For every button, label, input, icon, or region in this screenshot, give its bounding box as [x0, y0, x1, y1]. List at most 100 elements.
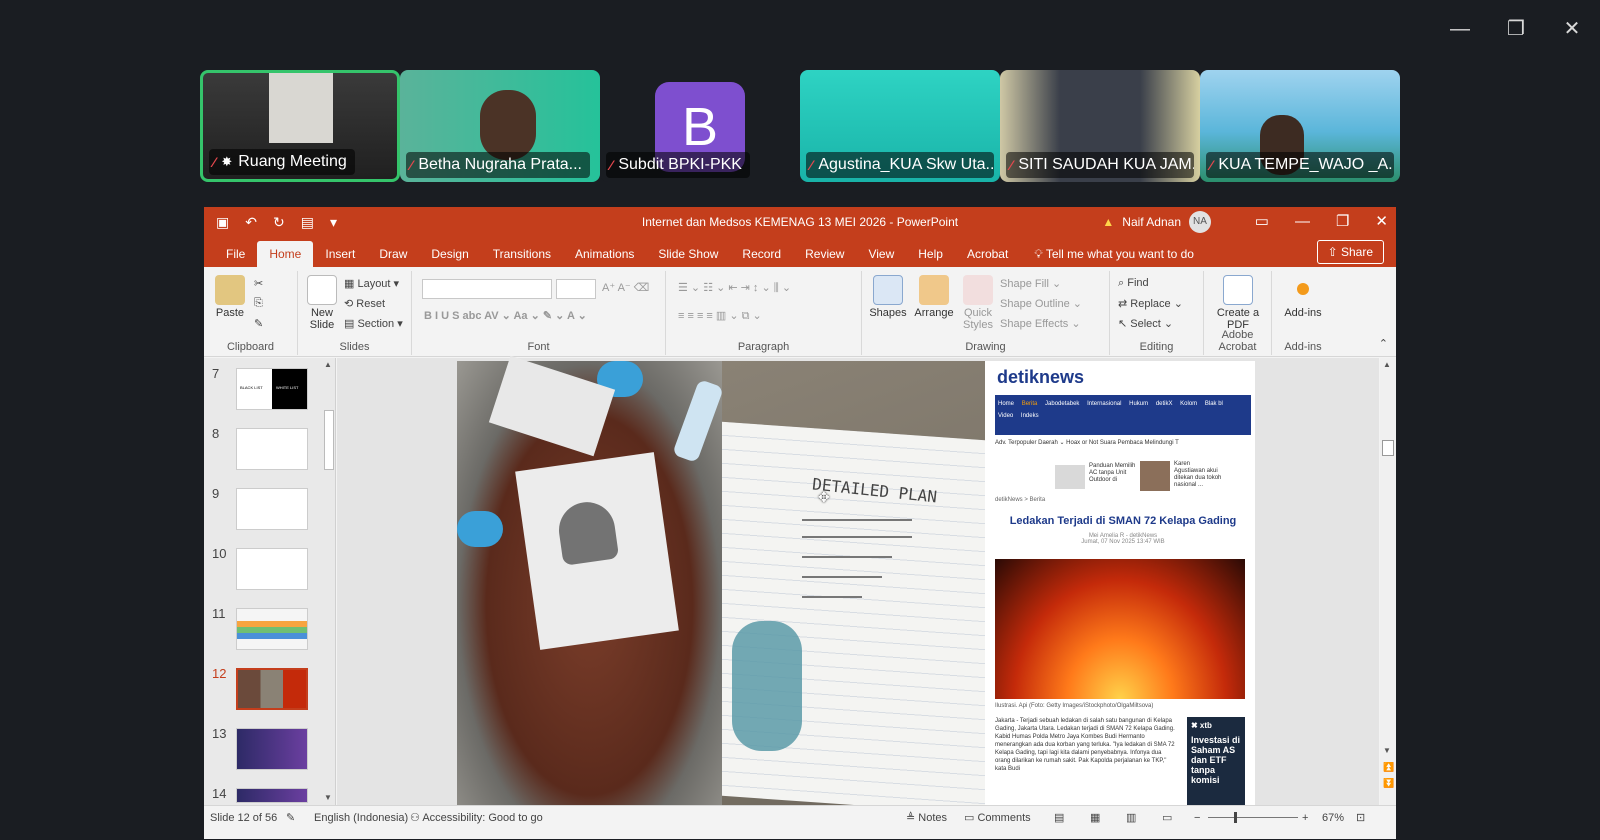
language-status[interactable]: English (Indonesia): [314, 806, 408, 830]
font-name-input[interactable]: [422, 279, 552, 299]
notes-button[interactable]: ≜ Notes: [906, 806, 947, 830]
news-body: Jakarta - Terjadi sebuah ledakan di sala…: [995, 718, 1175, 772]
slide-number: 9: [212, 486, 220, 501]
slide-scrollbar[interactable]: ▲ ▼ ⏫ ⏬: [1380, 358, 1396, 805]
share-button[interactable]: ⇧ Share: [1316, 240, 1384, 264]
tab-acrobat[interactable]: Acrobat: [955, 241, 1020, 267]
slide-thumbnail[interactable]: 7 BLACK LIST WHITE LIST: [212, 366, 322, 422]
tab-slide-show[interactable]: Slide Show: [646, 241, 730, 267]
list-icons[interactable]: ☰ ⌄ ☷ ⌄ ⇤ ⇥ ↕ ⌄ ⫼ ⌄: [678, 281, 791, 295]
tell-me-search[interactable]: 💡︎ Tell me what you want to do: [1020, 241, 1194, 267]
section-button[interactable]: ▤ Section ▾: [344, 317, 403, 330]
slide-sorter-icon[interactable]: ▦: [1090, 806, 1100, 830]
grow-font-icon[interactable]: A⁺ A⁻ ⌫: [602, 281, 649, 294]
accessibility-status[interactable]: ⚇ Accessibility: Good to go: [410, 806, 543, 830]
ppt-minimize-icon[interactable]: —: [1295, 207, 1310, 237]
ppt-restore-icon[interactable]: ❐: [1336, 207, 1349, 237]
tab-animations[interactable]: Animations: [563, 241, 646, 267]
tab-file[interactable]: File: [214, 241, 257, 267]
paste-button[interactable]: Paste: [210, 275, 250, 319]
slideshow-view-icon[interactable]: ▭: [1162, 806, 1172, 830]
zoom-out-icon[interactable]: −: [1194, 806, 1200, 830]
tab-draw[interactable]: Draw: [367, 241, 419, 267]
participant-tile[interactable]: ⁄ ✸ Ruang Meeting: [200, 70, 400, 182]
minimize-button[interactable]: —: [1432, 14, 1488, 44]
slide-thumbnail[interactable]: 13: [212, 726, 322, 782]
scroll-down-icon[interactable]: ▼: [1383, 746, 1391, 755]
ribbon-display-icon[interactable]: ▭: [1255, 207, 1269, 237]
zoom-slider[interactable]: [1208, 817, 1298, 818]
slide-number: 7: [212, 366, 220, 381]
tab-help[interactable]: Help: [906, 241, 955, 267]
prev-slide-icon[interactable]: ⏫: [1383, 762, 1394, 773]
select-button[interactable]: ↖ Select ⌄: [1118, 317, 1173, 330]
powerpoint-window: ▣ ↶ ↻ ▤ ▾ Internet dan Medsos KEMENAG 13…: [204, 207, 1396, 839]
tab-insert[interactable]: Insert: [313, 241, 367, 267]
fire-image: [995, 559, 1245, 699]
new-slide-icon: [307, 275, 337, 305]
normal-view-icon[interactable]: ▤: [1054, 806, 1064, 830]
ppt-close-icon[interactable]: ✕: [1375, 207, 1388, 237]
addins-button[interactable]: Add-ins: [1278, 275, 1328, 319]
image-caption: Ilustrasi. Api (Foto: Getty Images/iStoc…: [995, 703, 1154, 709]
reading-view-icon[interactable]: ▥: [1126, 806, 1136, 830]
reset-button[interactable]: ⟲ Reset: [344, 297, 385, 310]
copy-icon[interactable]: ⎘: [254, 297, 263, 310]
participant-tile[interactable]: ⁄ Betha Nugraha Prata...: [400, 70, 600, 182]
scroll-thumb[interactable]: [324, 410, 334, 470]
slide-thumbnail-selected[interactable]: 12: [212, 666, 322, 722]
participant-tile[interactable]: ⁄ Agustina_KUA Skw Uta...: [800, 70, 1000, 182]
scroll-up-icon[interactable]: ▲: [324, 360, 334, 370]
scroll-up-icon[interactable]: ▲: [1383, 360, 1391, 369]
ad-image: [1140, 461, 1170, 491]
create-pdf-button[interactable]: Create a PDF: [1212, 275, 1264, 331]
participant-tile[interactable]: ⁄ KUA TEMPE_WAJO _A...: [1200, 70, 1400, 182]
user-account[interactable]: ▲ Naif Adnan NA: [1102, 207, 1211, 237]
shape-outline-button[interactable]: Shape Outline ⌄: [1000, 297, 1082, 310]
new-slide-button[interactable]: New Slide: [302, 275, 342, 331]
tab-design[interactable]: Design: [419, 241, 480, 267]
next-slide-icon[interactable]: ⏬: [1383, 778, 1394, 789]
scroll-down-icon[interactable]: ▼: [324, 793, 334, 803]
spell-check-icon[interactable]: ✎: [286, 806, 295, 830]
tab-home[interactable]: Home: [257, 241, 314, 267]
notes-label: Notes: [918, 812, 948, 824]
shapes-button[interactable]: Shapes: [868, 275, 908, 319]
tab-review[interactable]: Review: [793, 241, 856, 267]
scroll-thumb[interactable]: [1382, 440, 1394, 456]
align-icons[interactable]: ≡ ≡ ≡ ≡ ▥ ⌄ ⧉ ⌄: [678, 309, 762, 323]
arrange-button[interactable]: Arrange: [912, 275, 956, 319]
font-format-icons[interactable]: B I U S abc AV ⌄ Aa ⌄ ✎ ⌄ A ⌄: [424, 309, 587, 322]
collapse-ribbon-icon[interactable]: ⌃: [1379, 337, 1388, 350]
format-painter-icon[interactable]: ✎: [254, 317, 263, 330]
tab-transitions[interactable]: Transitions: [481, 241, 563, 267]
replace-button[interactable]: ⇄ Replace ⌄: [1118, 297, 1183, 310]
thumbnail-scrollbar[interactable]: ▲ ▼: [322, 358, 336, 805]
close-button[interactable]: ✕: [1544, 14, 1600, 44]
font-size-input[interactable]: [556, 279, 596, 299]
find-button[interactable]: ⌕ Find: [1118, 277, 1149, 290]
cut-icon[interactable]: ✂: [254, 277, 263, 290]
current-slide[interactable]: DETAILED PLAN ✥ detiknews Home Berita Ja…: [457, 355, 1255, 815]
reset-icon: ⟲: [344, 298, 357, 310]
tab-view[interactable]: View: [856, 241, 906, 267]
layout-button[interactable]: ▦ Layout ▾: [344, 277, 399, 290]
slide-thumbnail[interactable]: 8: [212, 426, 322, 482]
zoom-level[interactable]: 67%: [1322, 806, 1344, 830]
restore-button[interactable]: ❐: [1488, 14, 1544, 44]
slide-thumbnail[interactable]: 11: [212, 606, 322, 662]
participant-name: Agustina_KUA Skw Uta...: [818, 156, 994, 173]
participant-tile[interactable]: ⁄ SITI SAUDAH KUA JAM...: [1000, 70, 1200, 182]
tab-record[interactable]: Record: [730, 241, 793, 267]
zoom-in-icon[interactable]: +: [1302, 806, 1308, 830]
shape-effects-button[interactable]: Shape Effects ⌄: [1000, 317, 1081, 330]
slide-counter: Slide 12 of 56: [210, 812, 278, 824]
slide-thumbnail[interactable]: 10: [212, 546, 322, 602]
fit-slide-icon[interactable]: ⊡: [1356, 806, 1365, 830]
shape-fill-button[interactable]: Shape Fill ⌄: [1000, 277, 1061, 290]
participant-tile[interactable]: B ⁄ Subdit BPKI-PKK: [600, 70, 800, 182]
comments-button[interactable]: ▭ Comments: [964, 806, 1031, 830]
slide-thumbnail[interactable]: 9: [212, 486, 322, 542]
zoom-slider-knob[interactable]: [1234, 812, 1237, 823]
quick-styles-button[interactable]: Quick Styles: [960, 275, 996, 331]
